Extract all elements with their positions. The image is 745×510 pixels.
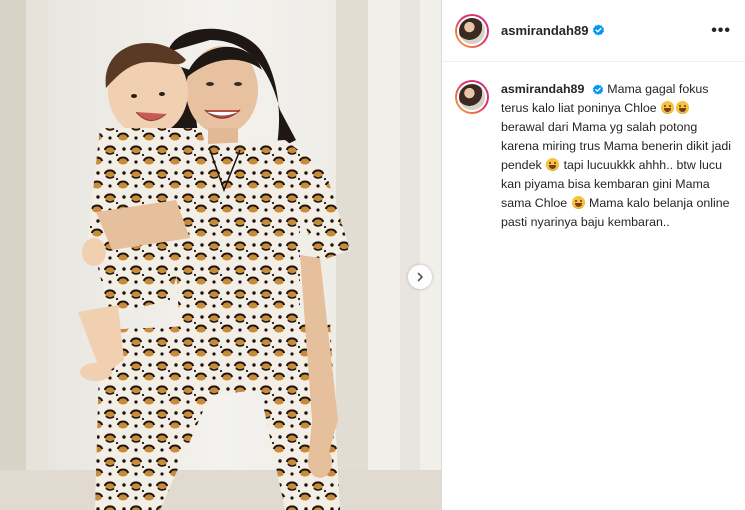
caption-text: asmirandah89 Mama gagal fokus terus kalo… [501, 80, 731, 232]
caption-username-link[interactable]: asmirandah89 [501, 82, 584, 96]
more-horizontal-icon[interactable]: ••• [711, 22, 731, 40]
laughing-face-emoji [661, 101, 675, 114]
post-side-panel: asmirandah89 ••• asmirandah89 Mama gagal… [442, 0, 745, 510]
photo-image [0, 0, 441, 510]
avatar[interactable] [455, 13, 489, 48]
chevron-right-icon [417, 272, 423, 282]
caption-avatar[interactable] [455, 80, 489, 114]
post-photo[interactable] [0, 0, 441, 510]
post-header: asmirandah89 ••• [442, 0, 745, 62]
caption-row: asmirandah89 Mama gagal fokus terus kalo… [442, 62, 745, 232]
laughing-face-emoji [546, 158, 560, 171]
laughing-face-emoji [571, 196, 585, 209]
verified-badge-icon [592, 84, 604, 96]
next-photo-button[interactable] [408, 265, 432, 289]
username-link[interactable]: asmirandah89 [501, 23, 588, 38]
verified-badge-icon [592, 24, 605, 37]
laughing-face-emoji [676, 101, 690, 114]
